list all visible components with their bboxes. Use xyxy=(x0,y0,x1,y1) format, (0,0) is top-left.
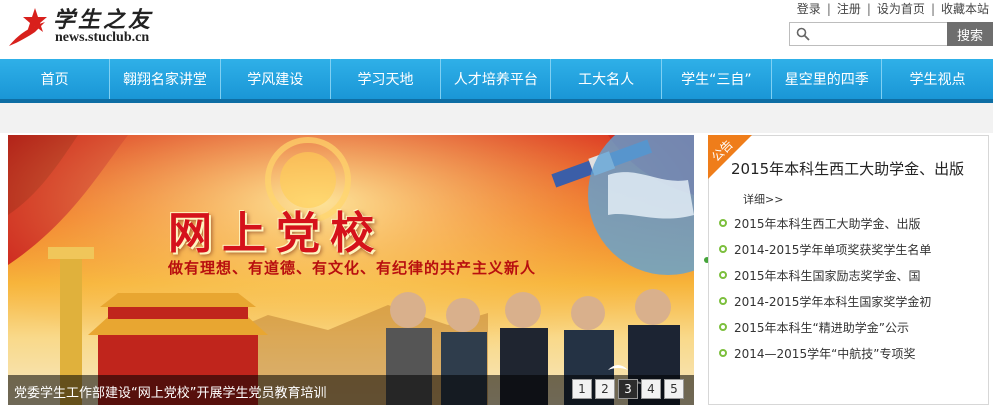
banner-caption-bar: 党委学生工作部建设“网上党校”开展学生党员教育培训 1 2 3 4 5 xyxy=(8,375,694,405)
notice-item-label[interactable]: 2015年本科生“精进助学金”公示 xyxy=(734,319,909,336)
login-link[interactable]: 登录 xyxy=(797,0,821,17)
banner-slogan: 做有理想、有道德、有文化、有纪律的共产主义新人 xyxy=(168,259,537,277)
list-item[interactable]: 2015年本科生西工大助学金、出版 xyxy=(719,210,931,236)
list-item[interactable]: 2014-2015学年本科生国家奖学金初 xyxy=(719,288,931,314)
main-nav: 首页 翱翔名家讲堂 学风建设 学习天地 人才培养平台 工大名人 学生“三自” 星… xyxy=(0,59,993,99)
list-item[interactable]: 2014-2015学年单项奖获奖学生名单 xyxy=(719,236,931,262)
notice-item-label[interactable]: 2014-2015学年本科生国家奖学金初 xyxy=(734,293,931,310)
list-item[interactable]: 2015年本科生国家励志奖学金、国 xyxy=(719,262,931,288)
notice-headline[interactable]: 2015年本科生西工大助学金、出版 xyxy=(731,158,964,179)
top-links: 登录 | 注册 | 设为首页 | 收藏本站 xyxy=(797,0,989,17)
set-homepage-link[interactable]: 设为首页 xyxy=(877,0,925,17)
list-item[interactable]: 2014—2015学年“中航技”专项奖 xyxy=(719,340,931,366)
link-separator: | xyxy=(826,1,831,16)
slide-page-button[interactable]: 2 xyxy=(595,379,615,399)
search-button[interactable]: 搜索 xyxy=(947,22,993,46)
content-band xyxy=(0,103,993,133)
nav-item-talent-platform[interactable]: 人才培养平台 xyxy=(441,59,552,99)
star-swoosh-logo-icon xyxy=(9,8,47,46)
slide-page-button[interactable]: 1 xyxy=(572,379,592,399)
slide-page-button[interactable]: 5 xyxy=(664,379,684,399)
nav-item-celebrities[interactable]: 工大名人 xyxy=(551,59,662,99)
nav-item-study-style[interactable]: 学风建设 xyxy=(221,59,331,99)
slide-page-button[interactable]: 4 xyxy=(641,379,661,399)
nav-item-learning[interactable]: 学习天地 xyxy=(331,59,442,99)
bookmark-link[interactable]: 收藏本站 xyxy=(941,0,989,17)
nav-item-four-seasons[interactable]: 星空里的四季 xyxy=(772,59,883,99)
slide-pager: 1 2 3 4 5 xyxy=(572,379,684,399)
bullet-icon xyxy=(719,219,727,227)
notice-item-label[interactable]: 2014—2015学年“中航技”专项奖 xyxy=(734,345,916,362)
bullet-icon xyxy=(719,245,727,253)
register-link[interactable]: 注册 xyxy=(837,0,861,17)
nav-item-home[interactable]: 首页 xyxy=(0,59,111,99)
banner-title: 网上党校 xyxy=(168,208,384,259)
link-separator: | xyxy=(866,1,871,16)
notice-list: 2015年本科生西工大助学金、出版 2014-2015学年单项奖获奖学生名单 2… xyxy=(719,210,931,366)
banner-slideshow[interactable]: 网上党校 做有理想、有道德、有文化、有纪律的共产主义新人 党委学生工作部建设“网… xyxy=(8,135,694,405)
notice-item-label[interactable]: 2014-2015学年单项奖获奖学生名单 xyxy=(734,241,931,258)
notice-item-label[interactable]: 2015年本科生国家励志奖学金、国 xyxy=(734,267,921,284)
list-item[interactable]: 2015年本科生“精进助学金”公示 xyxy=(719,314,931,340)
search-field[interactable] xyxy=(789,22,947,46)
bullet-icon xyxy=(719,349,727,357)
nav-item-student-viewpoint[interactable]: 学生视点 xyxy=(882,59,992,99)
notice-panel: 公告 2015年本科生西工大助学金、出版 详细>> 2015年本科生西工大助学金… xyxy=(708,135,989,405)
search-icon xyxy=(796,27,810,41)
bullet-icon xyxy=(719,297,727,305)
logo-url: news.stuclub.cn xyxy=(55,30,150,45)
notice-item-label[interactable]: 2015年本科生西工大助学金、出版 xyxy=(734,215,921,232)
search-bar: 搜索 xyxy=(789,22,993,46)
site-logo[interactable]: 学生之友 news.stuclub.cn xyxy=(5,2,155,50)
banner-caption[interactable]: 党委学生工作部建设“网上党校”开展学生党员教育培训 xyxy=(14,382,326,401)
search-input[interactable] xyxy=(814,25,942,43)
nav-item-lecture-hall[interactable]: 翱翔名家讲堂 xyxy=(110,59,221,99)
link-separator: | xyxy=(930,1,935,16)
notice-more-link[interactable]: 详细>> xyxy=(743,191,783,207)
slide-page-button-active[interactable]: 3 xyxy=(618,379,638,399)
bullet-icon xyxy=(719,323,727,331)
bullet-icon xyxy=(719,271,727,279)
nav-item-student-self[interactable]: 学生“三自” xyxy=(662,59,773,99)
